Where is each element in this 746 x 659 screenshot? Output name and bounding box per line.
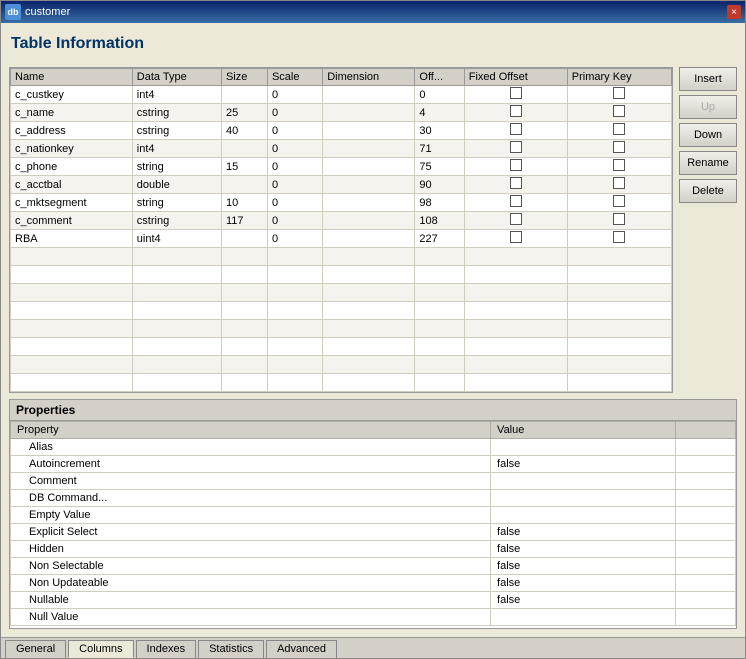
window-body: Table Information Name Data Type Size Sc… [1,23,745,637]
table-row[interactable]: c_phonestring15075 [11,158,672,176]
prop-col-extra [676,422,736,439]
bottom-tabs: GeneralColumnsIndexesStatisticsAdvanced [1,637,745,658]
table-row-empty [11,374,672,392]
prop-col-property: Property [11,422,491,439]
col-scale: Scale [267,69,322,86]
table-row-empty [11,284,672,302]
tab-statistics[interactable]: Statistics [198,640,264,658]
col-size: Size [221,69,267,86]
table-row[interactable]: c_acctbaldouble090 [11,176,672,194]
table-row[interactable]: c_custkeyint400 [11,86,672,104]
main-table: Name Data Type Size Scale Dimension Off.… [10,68,672,392]
delete-button[interactable]: Delete [679,179,737,203]
col-name: Name [11,69,133,86]
tab-columns[interactable]: Columns [68,640,133,658]
prop-row: DB Command... [11,490,736,507]
prop-row: Null Value [11,609,736,626]
table-row-empty [11,248,672,266]
col-datatype: Data Type [132,69,221,86]
rename-button[interactable]: Rename [679,151,737,175]
table-row[interactable]: RBAuint40227 [11,230,672,248]
col-offset: Off... [415,69,464,86]
col-fixed-offset: Fixed Offset [464,69,567,86]
button-panel: Insert Up Down Rename Delete [679,67,737,393]
tab-advanced[interactable]: Advanced [266,640,337,658]
properties-header: Properties [10,400,736,421]
col-dimension: Dimension [323,69,415,86]
prop-row: Autoincrementfalse [11,456,736,473]
prop-col-value: Value [491,422,676,439]
window-icon: db [5,4,21,20]
table-row[interactable]: c_namecstring2504 [11,104,672,122]
table-row-empty [11,338,672,356]
prop-row: Hiddenfalse [11,541,736,558]
close-button[interactable]: × [727,5,741,19]
table-row-empty [11,302,672,320]
prop-row: Comment [11,473,736,490]
table-row[interactable]: c_commentcstring1170108 [11,212,672,230]
table-row[interactable]: c_mktsegmentstring10098 [11,194,672,212]
table-row-empty [11,320,672,338]
tab-label: customer [25,6,723,18]
prop-row: Nullablefalse [11,592,736,609]
title-bar: db customer × [1,1,745,23]
up-button[interactable]: Up [679,95,737,119]
properties-body: Property Value AliasAutoincrementfalseCo… [10,421,736,628]
prop-row: Explicit Selectfalse [11,524,736,541]
col-primary-key: Primary Key [567,69,671,86]
prop-row: Non Selectablefalse [11,558,736,575]
table-row[interactable]: c_nationkeyint4071 [11,140,672,158]
down-button[interactable]: Down [679,123,737,147]
insert-button[interactable]: Insert [679,67,737,91]
properties-table: Property Value AliasAutoincrementfalseCo… [10,421,736,626]
table-wrapper: Name Data Type Size Scale Dimension Off.… [9,67,673,393]
tab-general[interactable]: General [5,640,66,658]
section-title: Table Information [9,31,737,57]
table-row[interactable]: c_addresscstring40030 [11,122,672,140]
prop-row: Non Updateablefalse [11,575,736,592]
tab-indexes[interactable]: Indexes [136,640,197,658]
table-row-empty [11,266,672,284]
table-section: Name Data Type Size Scale Dimension Off.… [9,67,737,393]
main-window: db customer × Table Information Name Dat… [0,0,746,659]
table-row-empty [11,356,672,374]
prop-row: Alias [11,439,736,456]
prop-row: Empty Value [11,507,736,524]
prop-header-row: Property Value [11,422,736,439]
table-header-row: Name Data Type Size Scale Dimension Off.… [11,69,672,86]
properties-section: Properties Property Value AliasAutoincre… [9,399,737,629]
